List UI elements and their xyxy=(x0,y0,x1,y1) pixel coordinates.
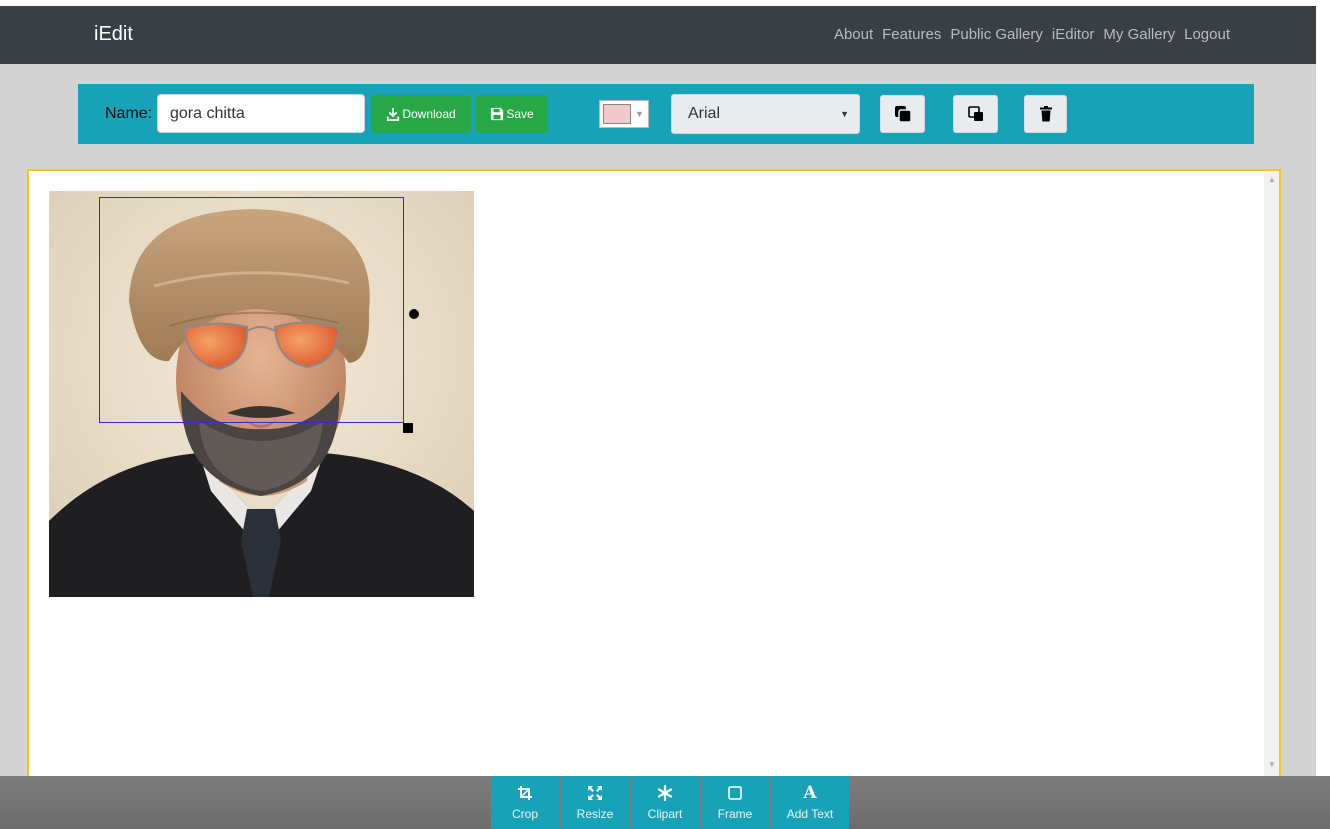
letter-a-icon: A xyxy=(803,782,817,803)
send-to-back-icon xyxy=(967,106,983,121)
editor-canvas[interactable]: ▲ ▼ xyxy=(27,169,1281,781)
scroll-down-arrow-icon[interactable]: ▼ xyxy=(1268,760,1276,769)
tool-resize[interactable]: Resize xyxy=(561,776,631,829)
floppy-disk-icon xyxy=(491,107,504,121)
font-family-select[interactable]: Arial ▼ xyxy=(671,94,860,134)
tool-add-text-label: Add Text xyxy=(786,806,834,821)
selection-box[interactable] xyxy=(99,197,404,423)
delete-button[interactable] xyxy=(1024,95,1067,133)
name-label: Name: xyxy=(105,105,153,122)
square-outline-icon xyxy=(728,785,742,800)
nav-link-my-gallery[interactable]: My Gallery xyxy=(1103,26,1175,43)
nav-link-features[interactable]: Features xyxy=(882,26,941,43)
nav-link-public-gallery[interactable]: Public Gallery xyxy=(950,26,1043,43)
tool-clipart-label: Clipart xyxy=(647,806,683,821)
send-to-back-button[interactable] xyxy=(953,95,998,133)
bottom-toolbar: Crop Resize Clipart Frame A Add Text xyxy=(0,776,1330,829)
rotate-handle[interactable] xyxy=(409,309,419,319)
nav-link-about[interactable]: About xyxy=(834,26,873,43)
save-label: Save xyxy=(506,107,534,121)
tool-frame[interactable]: Frame xyxy=(701,776,771,829)
brand-logo[interactable]: iEdit xyxy=(94,23,133,46)
color-swatch xyxy=(603,104,631,124)
nav-link-logout[interactable]: Logout xyxy=(1184,26,1230,43)
chevron-down-icon: ▼ xyxy=(840,109,849,119)
nav-link-ieditor[interactable]: iEditor xyxy=(1052,26,1095,43)
bottom-tool-group: Crop Resize Clipart Frame A Add Text xyxy=(491,776,849,829)
color-picker[interactable]: ▼ xyxy=(599,100,649,128)
canvas-scrollbar[interactable]: ▲ ▼ xyxy=(1264,171,1279,779)
navbar: iEdit About Features Public Gallery iEdi… xyxy=(0,6,1330,64)
tool-resize-label: Resize xyxy=(576,806,614,821)
editor-toolbar: Name: Download Save ▼ Arial ▼ xyxy=(78,84,1254,144)
name-input[interactable] xyxy=(157,94,365,133)
crop-icon xyxy=(518,785,532,800)
tool-clipart[interactable]: Clipart xyxy=(631,776,701,829)
color-caret-icon: ▼ xyxy=(635,109,644,119)
download-label: Download xyxy=(402,107,456,121)
font-select-value: Arial xyxy=(688,105,721,122)
page-right-gutter xyxy=(1316,64,1330,829)
download-icon xyxy=(387,107,400,121)
bring-to-front-button[interactable] xyxy=(880,95,925,133)
asterisk-icon xyxy=(657,784,673,801)
tool-frame-label: Frame xyxy=(717,806,753,821)
save-button[interactable]: Save xyxy=(476,95,548,133)
download-button[interactable]: Download xyxy=(371,95,471,133)
expand-arrows-icon xyxy=(588,785,602,800)
tool-crop-label: Crop xyxy=(511,806,538,821)
tool-crop[interactable]: Crop xyxy=(491,776,561,829)
scroll-up-arrow-icon[interactable]: ▲ xyxy=(1268,175,1276,184)
resize-handle[interactable] xyxy=(403,423,413,433)
bring-to-front-icon xyxy=(894,106,912,123)
tool-add-text[interactable]: A Add Text xyxy=(771,776,849,829)
trash-icon xyxy=(1039,106,1052,122)
nav-links: About Features Public Gallery iEditor My… xyxy=(825,26,1230,43)
